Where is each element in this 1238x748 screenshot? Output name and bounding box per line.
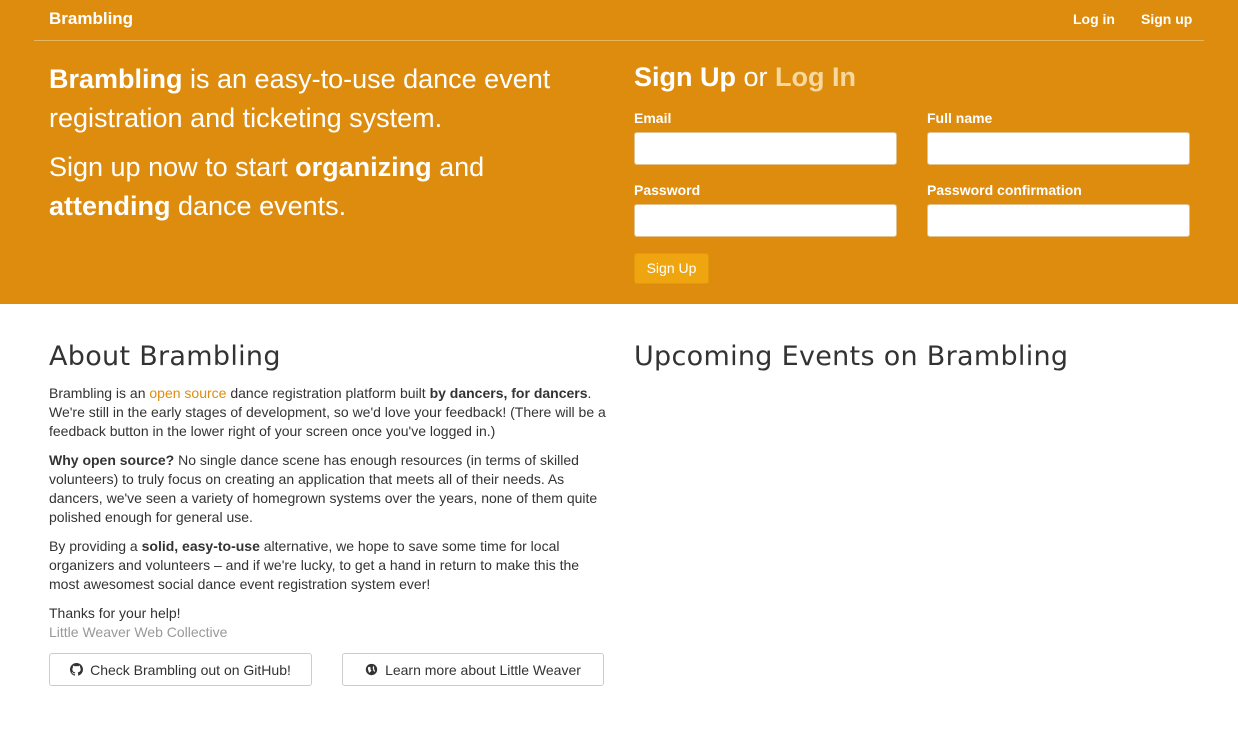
- fullname-label: Full name: [927, 110, 993, 126]
- hero-line-2-text-c: dance events.: [170, 191, 347, 221]
- little-weaver-button-label: Learn more about Little Weaver: [385, 661, 581, 678]
- about-p3-text-a: By providing a: [49, 538, 142, 554]
- signature-text: Little Weaver Web Collective: [49, 624, 228, 640]
- about-p1-text-b: dance registration platform built: [226, 385, 430, 401]
- about-p2-bold: Why open source?: [49, 452, 175, 468]
- nav-login-link[interactable]: Log in: [1073, 11, 1115, 27]
- about-paragraph-1: Brambling is an open source dance regist…: [49, 384, 609, 441]
- hero-line-2-text-b: and: [431, 152, 485, 182]
- about-buttons: Check Brambling out on GitHub! Learn mor…: [49, 653, 609, 686]
- upcoming-events-heading: Upcoming Events on Brambling: [634, 341, 1069, 372]
- signup-heading: Sign Up or Log In: [634, 62, 856, 93]
- about-heading: About Brambling: [49, 341, 281, 372]
- about-p1-text-a: Brambling is an: [49, 385, 150, 401]
- about-p3-bold: solid, easy-to-use: [141, 538, 260, 554]
- github-button[interactable]: Check Brambling out on GitHub!: [49, 653, 312, 686]
- globe-icon: [365, 663, 378, 676]
- signup-button[interactable]: Sign Up: [634, 253, 709, 284]
- github-icon: [70, 663, 84, 676]
- signup-heading-or: or: [736, 62, 776, 92]
- hero-attending: attending: [49, 191, 171, 221]
- hero-line-2: Sign up now to start organizing and atte…: [49, 148, 609, 226]
- about-paragraph-2: Why open source? No single dance scene h…: [49, 451, 609, 527]
- nav-signup-link[interactable]: Sign up: [1141, 11, 1192, 27]
- brand-logo[interactable]: Brambling: [49, 9, 133, 29]
- github-button-label: Check Brambling out on GitHub!: [90, 661, 291, 678]
- fullname-field[interactable]: [927, 132, 1190, 165]
- hero-line-2-text-a: Sign up now to start: [49, 152, 296, 182]
- signup-heading-text: Sign Up: [634, 62, 736, 92]
- hero-tagline: Brambling is an easy-to-use dance event …: [49, 60, 609, 236]
- password-confirmation-label: Password confirmation: [927, 182, 1082, 198]
- navbar: Brambling Log in Sign up: [34, 0, 1204, 41]
- email-label: Email: [634, 110, 672, 126]
- hero-line-1: Brambling is an easy-to-use dance event …: [49, 60, 609, 138]
- little-weaver-button[interactable]: Learn more about Little Weaver: [342, 653, 604, 686]
- open-source-link[interactable]: open source: [149, 385, 226, 401]
- about-thanks: Thanks for your help! Little Weaver Web C…: [49, 604, 609, 642]
- hero-banner: Brambling Log in Sign up Brambling is an…: [0, 0, 1238, 304]
- about-p1-bold: by dancers, for dancers: [429, 385, 588, 401]
- thanks-text: Thanks for your help!: [49, 605, 181, 621]
- about-section: About Brambling Brambling is an open sou…: [49, 340, 609, 652]
- hero-brand-name: Brambling: [49, 64, 183, 94]
- login-heading-link[interactable]: Log In: [775, 62, 856, 92]
- password-confirmation-field[interactable]: [927, 204, 1190, 237]
- hero-organizing: organizing: [295, 152, 432, 182]
- email-field[interactable]: [634, 132, 897, 165]
- password-field[interactable]: [634, 204, 897, 237]
- password-label: Password: [634, 182, 701, 198]
- about-paragraph-3: By providing a solid, easy-to-use altern…: [49, 537, 609, 594]
